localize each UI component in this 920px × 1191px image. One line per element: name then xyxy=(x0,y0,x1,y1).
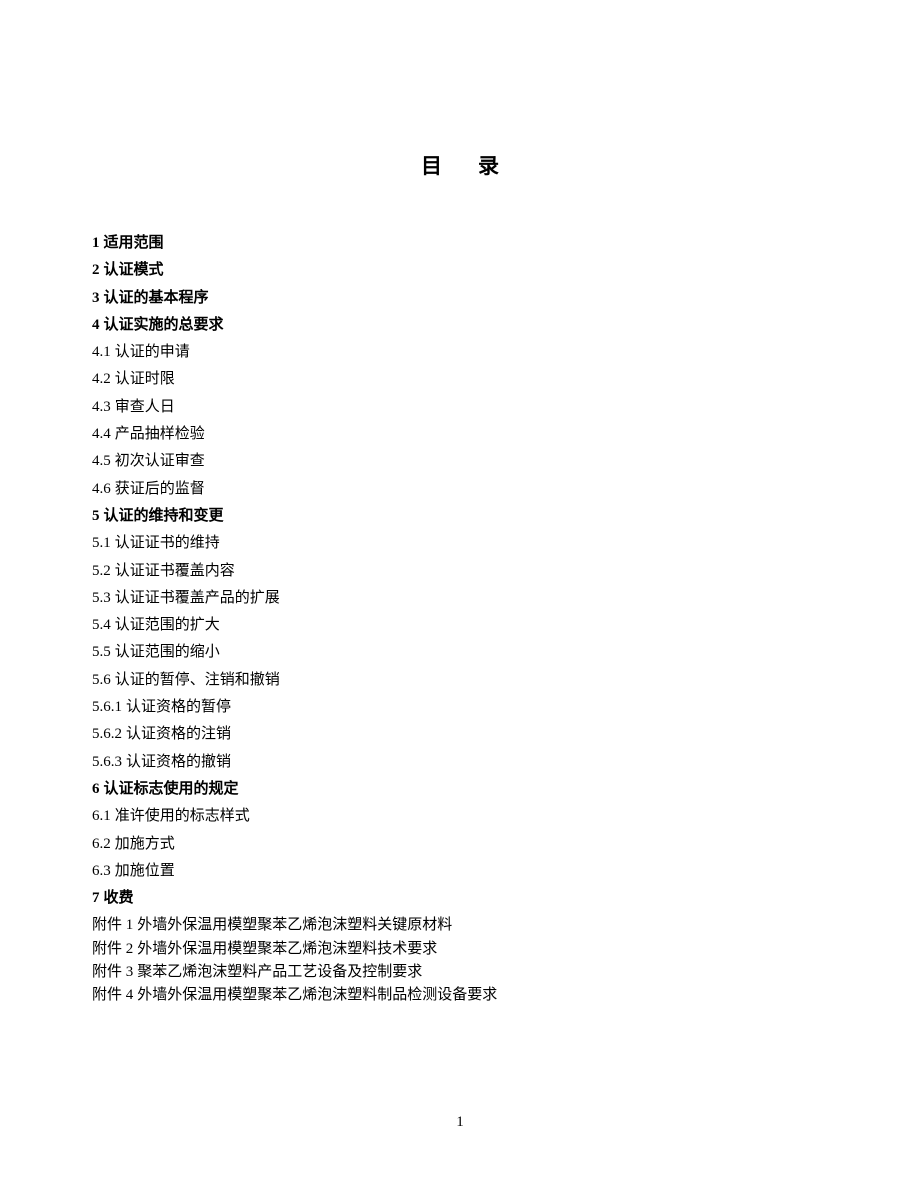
appendix-entry: 附件 4外墙外保温用模塑聚苯乙烯泡沫塑料制品检测设备要求 xyxy=(92,984,828,1007)
toc-text: 认证资格的撤销 xyxy=(126,754,231,770)
toc-text: 认证的基本程序 xyxy=(104,290,209,306)
toc-text: 认证的维持和变更 xyxy=(104,508,224,524)
toc-number: 5.4 xyxy=(92,617,111,633)
toc-text: 认证模式 xyxy=(104,262,164,278)
toc-text: 认证的申请 xyxy=(115,344,190,360)
toc-text: 适用范围 xyxy=(104,235,164,251)
toc-number: 5 xyxy=(92,508,100,524)
toc-entry: 5.6认证的暂停、注销和撤销 xyxy=(92,667,828,694)
toc-text: 认证资格的注销 xyxy=(126,726,231,742)
toc-entry: 4.6获证后的监督 xyxy=(92,476,828,503)
toc-text: 产品抽样检验 xyxy=(115,426,205,442)
toc-number: 4.5 xyxy=(92,453,111,469)
toc-text: 加施方式 xyxy=(115,836,175,852)
toc-text: 认证资格的暂停 xyxy=(126,699,231,715)
toc-number: 5.6.2 xyxy=(92,726,122,742)
appendix-text: 聚苯乙烯泡沫塑料产品工艺设备及控制要求 xyxy=(137,964,422,980)
toc-entry: 5.3认证证书覆盖产品的扩展 xyxy=(92,585,828,612)
toc-text: 认证证书覆盖内容 xyxy=(115,563,235,579)
toc-number: 5.6 xyxy=(92,672,111,688)
toc-text: 准许使用的标志样式 xyxy=(115,808,250,824)
toc-entry: 3认证的基本程序 xyxy=(92,285,828,312)
toc-number: 3 xyxy=(92,290,100,306)
toc-number: 6.3 xyxy=(92,863,111,879)
appendix-number: 附件 1 xyxy=(92,917,133,933)
toc-entry: 6.2加施方式 xyxy=(92,831,828,858)
page-title: 目录 xyxy=(92,150,828,180)
toc-text: 认证范围的扩大 xyxy=(115,617,220,633)
toc-number: 5.2 xyxy=(92,563,111,579)
toc-text: 收费 xyxy=(104,890,134,906)
toc-text: 认证范围的缩小 xyxy=(115,644,220,660)
toc-number: 5.5 xyxy=(92,644,111,660)
toc-entry: 4.2认证时限 xyxy=(92,366,828,393)
toc-text: 认证的暂停、注销和撤销 xyxy=(115,672,280,688)
page-number: 1 xyxy=(0,1114,920,1131)
appendix-number: 附件 4 xyxy=(92,987,133,1003)
toc-number: 7 xyxy=(92,890,100,906)
toc-entry: 7收费 xyxy=(92,885,828,912)
toc-number: 5.6.3 xyxy=(92,754,122,770)
document-page: 目录 1适用范围2认证模式3认证的基本程序4认证实施的总要求4.1认证的申请4.… xyxy=(0,0,920,1007)
toc-entry: 4.4产品抽样检验 xyxy=(92,421,828,448)
toc-number: 1 xyxy=(92,235,100,251)
toc-text: 认证实施的总要求 xyxy=(104,317,224,333)
appendix-list: 附件 1外墙外保温用模塑聚苯乙烯泡沫塑料关键原材料附件 2外墙外保温用模塑聚苯乙… xyxy=(92,914,828,1007)
toc-number: 4.2 xyxy=(92,371,111,387)
appendix-number: 附件 2 xyxy=(92,941,133,957)
appendix-text: 外墙外保温用模塑聚苯乙烯泡沫塑料制品检测设备要求 xyxy=(137,987,497,1003)
toc-entry: 5.6.2认证资格的注销 xyxy=(92,721,828,748)
toc-number: 5.1 xyxy=(92,535,111,551)
toc-number: 4.1 xyxy=(92,344,111,360)
table-of-contents: 1适用范围2认证模式3认证的基本程序4认证实施的总要求4.1认证的申请4.2认证… xyxy=(92,230,828,912)
toc-text: 认证标志使用的规定 xyxy=(104,781,239,797)
toc-entry: 5.2认证证书覆盖内容 xyxy=(92,558,828,585)
toc-entry: 5.6.1认证资格的暂停 xyxy=(92,694,828,721)
toc-number: 4.4 xyxy=(92,426,111,442)
toc-entry: 5.4认证范围的扩大 xyxy=(92,612,828,639)
toc-entry: 6.1准许使用的标志样式 xyxy=(92,803,828,830)
toc-text: 获证后的监督 xyxy=(115,481,205,497)
toc-entry: 1适用范围 xyxy=(92,230,828,257)
toc-number: 2 xyxy=(92,262,100,278)
appendix-text: 外墙外保温用模塑聚苯乙烯泡沫塑料技术要求 xyxy=(137,941,437,957)
toc-entry: 2认证模式 xyxy=(92,257,828,284)
appendix-text: 外墙外保温用模塑聚苯乙烯泡沫塑料关键原材料 xyxy=(137,917,452,933)
toc-entry: 4.3审查人日 xyxy=(92,394,828,421)
toc-number: 6.1 xyxy=(92,808,111,824)
toc-number: 5.6.1 xyxy=(92,699,122,715)
appendix-entry: 附件 3聚苯乙烯泡沫塑料产品工艺设备及控制要求 xyxy=(92,961,828,984)
toc-entry: 5认证的维持和变更 xyxy=(92,503,828,530)
toc-text: 初次认证审查 xyxy=(115,453,205,469)
toc-entry: 4.5初次认证审查 xyxy=(92,448,828,475)
toc-entry: 5.5认证范围的缩小 xyxy=(92,639,828,666)
toc-text: 认证证书的维持 xyxy=(115,535,220,551)
toc-number: 6.2 xyxy=(92,836,111,852)
toc-number: 4.3 xyxy=(92,399,111,415)
toc-text: 认证时限 xyxy=(115,371,175,387)
toc-entry: 5.6.3认证资格的撤销 xyxy=(92,749,828,776)
appendix-entry: 附件 1外墙外保温用模塑聚苯乙烯泡沫塑料关键原材料 xyxy=(92,914,828,937)
toc-text: 认证证书覆盖产品的扩展 xyxy=(115,590,280,606)
toc-text: 审查人日 xyxy=(115,399,175,415)
toc-entry: 4.1认证的申请 xyxy=(92,339,828,366)
toc-text: 加施位置 xyxy=(115,863,175,879)
toc-number: 4.6 xyxy=(92,481,111,497)
toc-number: 4 xyxy=(92,317,100,333)
toc-number: 5.3 xyxy=(92,590,111,606)
toc-number: 6 xyxy=(92,781,100,797)
toc-entry: 6认证标志使用的规定 xyxy=(92,776,828,803)
appendix-number: 附件 3 xyxy=(92,964,133,980)
appendix-entry: 附件 2外墙外保温用模塑聚苯乙烯泡沫塑料技术要求 xyxy=(92,938,828,961)
toc-entry: 5.1认证证书的维持 xyxy=(92,530,828,557)
toc-entry: 6.3加施位置 xyxy=(92,858,828,885)
toc-entry: 4认证实施的总要求 xyxy=(92,312,828,339)
